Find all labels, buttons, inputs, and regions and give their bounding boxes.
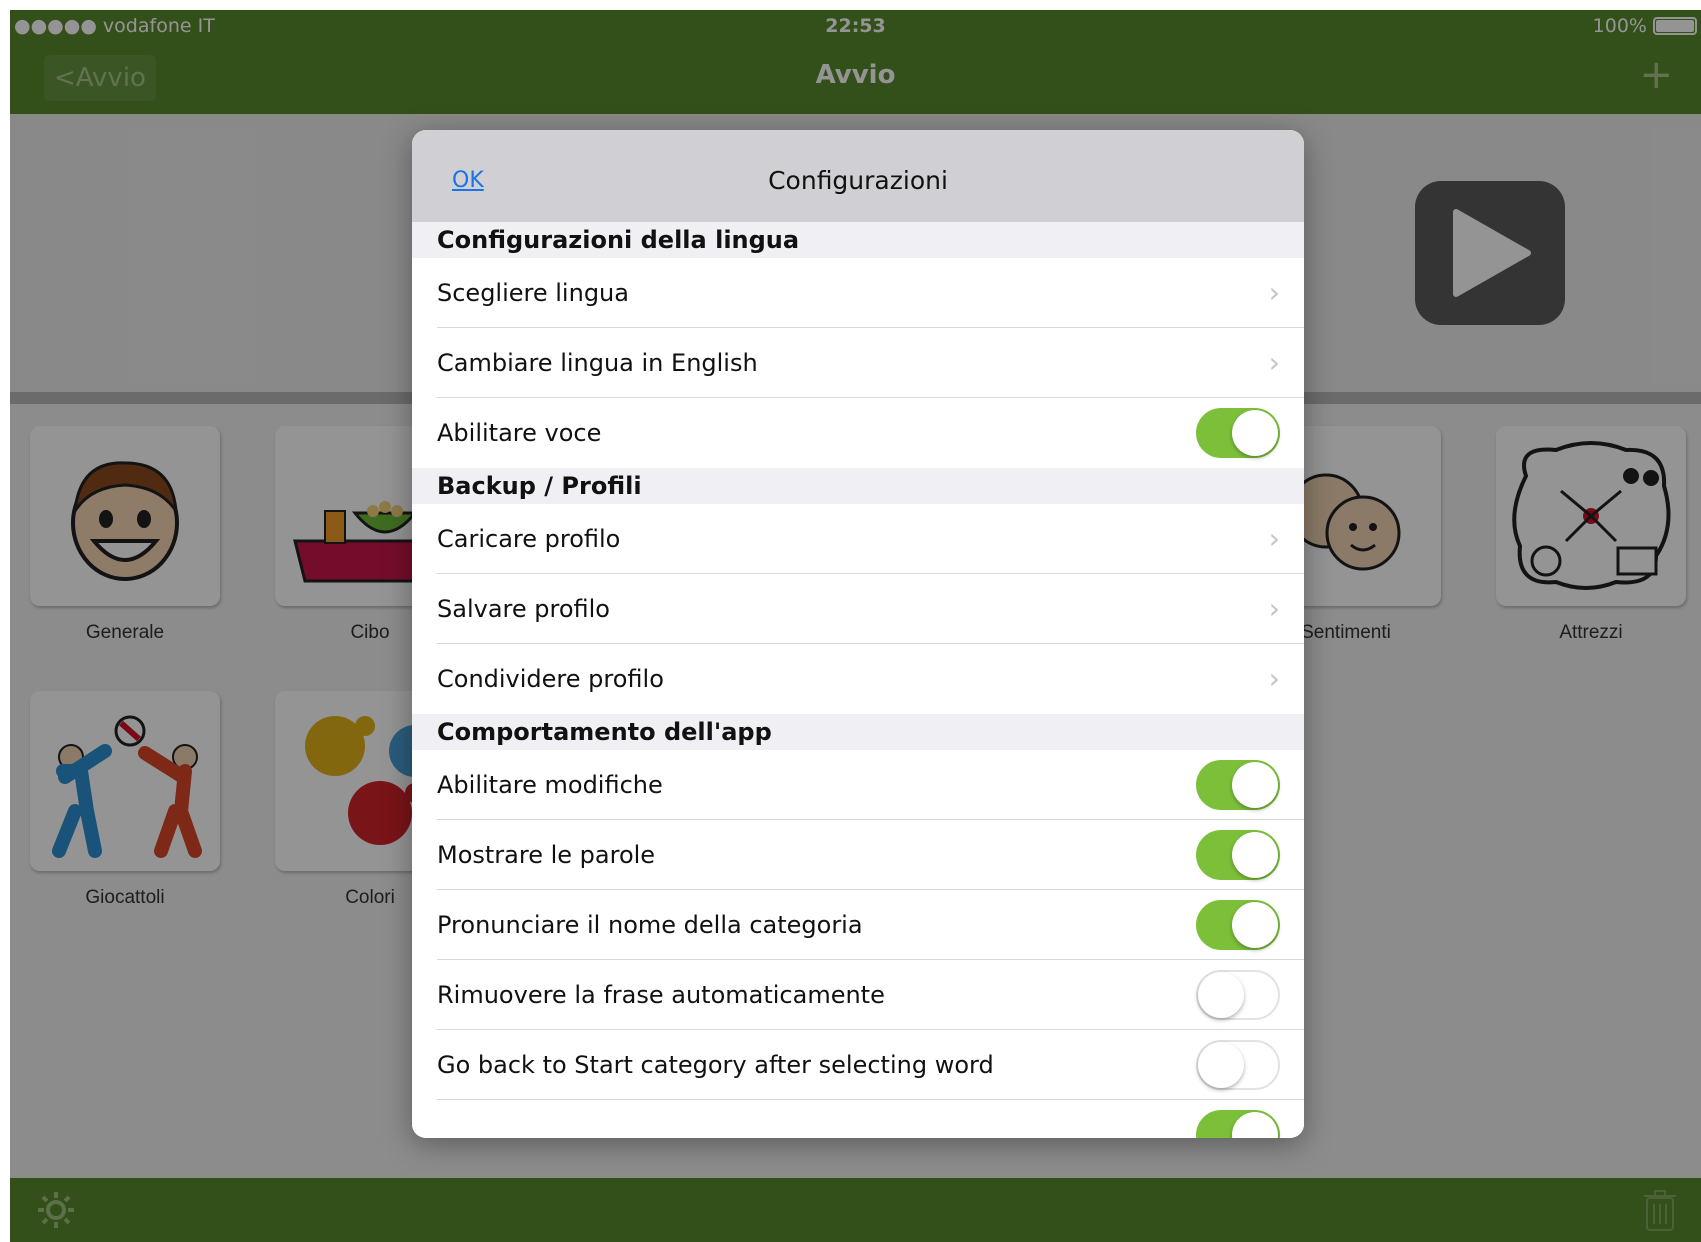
row-go-back-start: Go back to Start category after selectin… bbox=[412, 1030, 1304, 1100]
modal-title: Configurazioni bbox=[768, 166, 948, 195]
chevron-right-icon: › bbox=[1268, 276, 1280, 309]
modal-header: OK Configurazioni bbox=[412, 130, 1304, 222]
row-label: Go back to Start category after selectin… bbox=[437, 1051, 994, 1079]
chevron-right-icon: › bbox=[1268, 346, 1280, 379]
partial-toggle[interactable] bbox=[1196, 1110, 1280, 1138]
row-load-profile[interactable]: Caricare profilo › bbox=[412, 504, 1304, 574]
row-label: Caricare profilo bbox=[437, 525, 621, 553]
row-save-profile[interactable]: Salvare profilo › bbox=[412, 574, 1304, 644]
voice-toggle[interactable] bbox=[1196, 408, 1280, 458]
row-partially-visible bbox=[412, 1100, 1304, 1138]
row-enable-editing: Abilitare modifiche bbox=[412, 750, 1304, 820]
editing-toggle[interactable] bbox=[1196, 760, 1280, 810]
section-header-behaviour: Comportamento dell'app bbox=[412, 714, 1304, 750]
section-header-language: Configurazioni della lingua bbox=[412, 222, 1304, 258]
settings-modal: OK Configurazioni Configurazioni della l… bbox=[412, 130, 1304, 1138]
row-label: Scegliere lingua bbox=[437, 279, 629, 307]
section-header-backup: Backup / Profili bbox=[412, 468, 1304, 504]
chevron-right-icon: › bbox=[1268, 592, 1280, 625]
row-label: Cambiare lingua in English bbox=[437, 349, 758, 377]
go-back-start-toggle[interactable] bbox=[1196, 1040, 1280, 1090]
row-label: Pronunciare il nome della categoria bbox=[437, 911, 863, 939]
chevron-right-icon: › bbox=[1268, 662, 1280, 695]
row-speak-category: Pronunciare il nome della categoria bbox=[412, 890, 1304, 960]
speak-category-toggle[interactable] bbox=[1196, 900, 1280, 950]
show-words-toggle[interactable] bbox=[1196, 830, 1280, 880]
row-switch-language[interactable]: Cambiare lingua in English › bbox=[412, 328, 1304, 398]
row-label: Mostrare le parole bbox=[437, 841, 656, 869]
row-auto-remove-sentence: Rimuovere la frase automaticamente bbox=[412, 960, 1304, 1030]
row-show-words: Mostrare le parole bbox=[412, 820, 1304, 890]
row-label: Condividere profilo bbox=[437, 665, 664, 693]
row-label: Rimuovere la frase automaticamente bbox=[437, 981, 885, 1009]
row-share-profile[interactable]: Condividere profilo › bbox=[412, 644, 1304, 714]
row-enable-voice: Abilitare voce bbox=[412, 398, 1304, 468]
app-screen: ●●●●● vodafone IT 22:53 100% <Avvio Avvi… bbox=[10, 10, 1701, 1242]
row-label: Salvare profilo bbox=[437, 595, 610, 623]
settings-list: Configurazioni della lingua Scegliere li… bbox=[412, 222, 1304, 1138]
row-choose-language[interactable]: Scegliere lingua › bbox=[412, 258, 1304, 328]
row-label: Abilitare voce bbox=[437, 419, 602, 447]
chevron-right-icon: › bbox=[1268, 522, 1280, 555]
row-label: Abilitare modifiche bbox=[437, 771, 663, 799]
auto-remove-toggle[interactable] bbox=[1196, 970, 1280, 1020]
